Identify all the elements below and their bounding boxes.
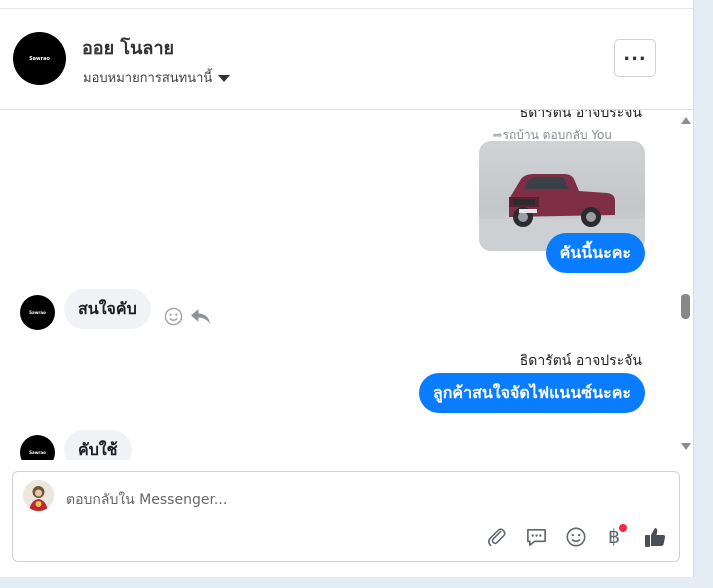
conversation-panel: Sawrao ออย โนลาย มอบหมายการสนทนานี้ ... …: [0, 0, 694, 577]
caret-down-icon: [218, 75, 231, 82]
incoming-message[interactable]: สนใจคับ: [64, 289, 151, 329]
emoji-icon[interactable]: [563, 524, 589, 550]
scroll-up-arrow-icon[interactable]: [681, 117, 691, 124]
contact-avatar[interactable]: Sawrao: [13, 32, 66, 85]
more-options-button[interactable]: ...: [614, 39, 656, 77]
scrollbar-thumb[interactable]: [681, 294, 690, 319]
outgoing-message[interactable]: ลูกค้าสนใจจัดไฟแนนซ์นะคะ: [418, 373, 645, 413]
message-thread: ธิดารัตน์ อาจประจัน ➦รถบ้าน ตอบกลับ You: [0, 110, 670, 460]
reply-composer: ฿: [12, 471, 680, 562]
contact-message-avatar: Sawrao: [20, 435, 55, 460]
scroll-down-arrow-icon[interactable]: [681, 443, 691, 450]
baht-payment-icon[interactable]: ฿: [601, 524, 627, 550]
reply-context-text: รถบ้าน ตอบกลับ You: [502, 128, 612, 142]
paperclip-icon[interactable]: [484, 524, 510, 550]
sender-name: ธิดารัตน์ อาจประจัน: [519, 110, 642, 121]
assign-label: มอบหมายการสนทนานี้: [83, 71, 213, 86]
conversation-header: Sawrao ออย โนลาย มอบหมายการสนทนานี้ ...: [0, 9, 693, 110]
avatar-logo-text: Sawrao: [29, 55, 50, 62]
contact-message-avatar: Sawrao: [20, 295, 55, 330]
sender-name: ธิดารัตน์ อาจประจัน: [519, 353, 642, 369]
reply-arrow-icon: ➦: [492, 128, 503, 142]
avatar-logo-text: Sawrao: [29, 450, 46, 455]
react-emoji-icon[interactable]: [164, 307, 183, 330]
ellipsis-icon: ...: [623, 44, 647, 65]
saved-reply-icon[interactable]: [523, 524, 549, 550]
assign-conversation-dropdown[interactable]: มอบหมายการสนทนานี้: [83, 67, 231, 88]
outgoing-message[interactable]: คันนี้นะคะ: [545, 233, 645, 273]
notification-dot: [619, 524, 627, 532]
thread-scrollbar[interactable]: [677, 110, 693, 460]
contact-name[interactable]: ออย โนลาย: [82, 33, 174, 62]
reply-icon[interactable]: [190, 306, 211, 331]
reply-input[interactable]: [66, 486, 626, 514]
avatar-logo-text: Sawrao: [29, 310, 46, 315]
user-avatar: [23, 480, 54, 511]
thumbs-up-icon[interactable]: [642, 524, 668, 550]
incoming-message[interactable]: คับใช้: [64, 430, 132, 460]
